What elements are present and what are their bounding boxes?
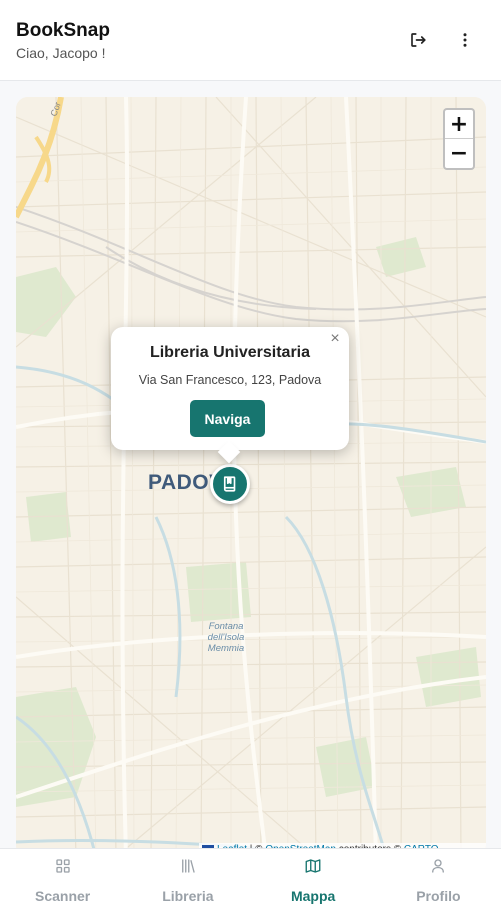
grid-icon (55, 859, 70, 873)
zoom-out-button[interactable]: − (445, 139, 473, 168)
bottom-navigation: Scanner Libreria Mappa Profilo (0, 848, 501, 908)
nav-item-scanner[interactable]: Scanner (0, 849, 125, 908)
nav-label-scanner: Scanner (35, 888, 91, 904)
nav-item-mappa[interactable]: Mappa (251, 849, 376, 908)
app-root: BookSnap Ciao, Jacopo ! Cor + − PADOVA F… (0, 0, 501, 908)
zoom-control: + − (443, 108, 475, 170)
more-vertical-icon (463, 33, 467, 47)
nav-item-profilo[interactable]: Profilo (376, 849, 501, 908)
user-icon (432, 859, 445, 873)
map-tiles[interactable]: Cor (16, 97, 486, 857)
logout-icon (411, 33, 426, 47)
zoom-in-button[interactable]: + (445, 110, 473, 139)
nav-label-profilo: Profilo (416, 888, 461, 904)
logout-button[interactable] (406, 28, 430, 52)
more-options-button[interactable] (453, 28, 477, 52)
nav-label-libreria: Libreria (162, 888, 214, 904)
map-icon (305, 859, 321, 873)
nav-item-libreria[interactable]: Libreria (125, 849, 250, 908)
book-icon (223, 476, 236, 492)
library-icon (181, 859, 195, 873)
popup-title: Libreria Universitaria (149, 344, 311, 361)
poi-label: Fontana dell'Isola Memmia (207, 621, 245, 654)
navigate-button[interactable]: Naviga (190, 400, 265, 437)
nav-label-mappa: Mappa (290, 888, 336, 904)
app-header: BookSnap Ciao, Jacopo ! (0, 0, 501, 81)
bookstore-popup: × Libreria Universitaria Via San Frances… (111, 327, 349, 464)
popup-address: Via San Francesco, 123, Padova (138, 373, 322, 387)
greeting-text: Ciao, Jacopo ! (16, 45, 106, 61)
bookstore-marker[interactable] (210, 464, 250, 504)
map-view[interactable]: Cor + − PADOVA Fontana dell'Isola Memmia… (16, 97, 486, 857)
app-title: BookSnap (16, 20, 110, 41)
